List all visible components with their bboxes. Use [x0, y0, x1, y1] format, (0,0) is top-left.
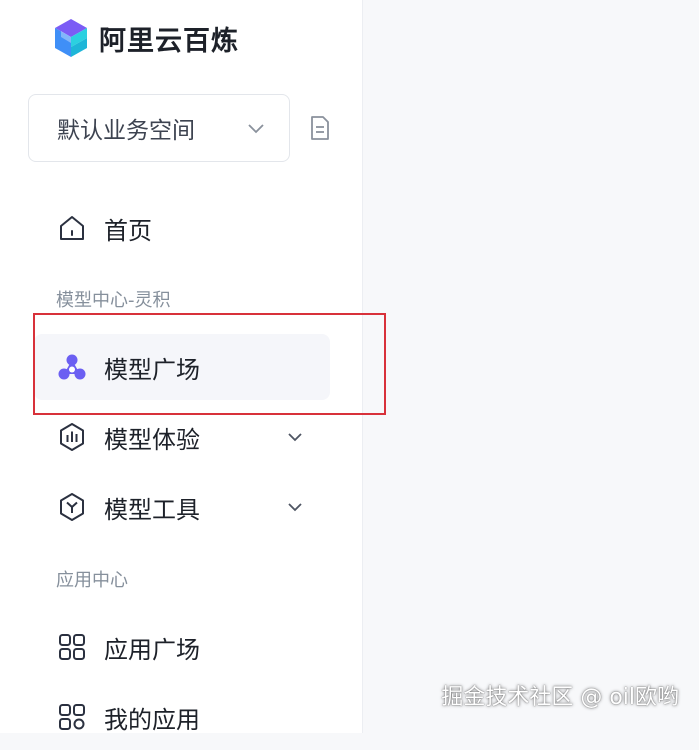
document-icon[interactable]: [306, 114, 334, 142]
brand-logo-icon: [55, 19, 87, 57]
nav-item-app-square[interactable]: 应用广场: [34, 614, 330, 680]
chevron-down-icon[interactable]: [284, 496, 306, 518]
nav-item-home[interactable]: 首页: [34, 195, 330, 261]
nav-item-model-square[interactable]: 模型广场: [34, 334, 330, 400]
nav-label-model-tools: 模型工具: [104, 495, 200, 524]
nav-label-my-apps: 我的应用: [104, 705, 200, 734]
section-title-model-center: 模型中心-灵积: [56, 290, 171, 311]
nav-item-model-experience[interactable]: 模型体验: [34, 404, 330, 470]
nav-label-model-experience: 模型体验: [104, 425, 200, 454]
nav-label-app-square: 应用广场: [104, 635, 200, 664]
section-title-app-center: 应用中心: [56, 570, 128, 591]
brand-name: 阿里云百炼: [99, 25, 239, 57]
home-icon: [56, 212, 88, 244]
grid-icon: [56, 631, 88, 663]
workspace-label: 默认业务空间: [57, 118, 195, 144]
sidebar: 阿里云百炼 默认业务空间 首页 模型中心-灵积 模型广场 模型体验 模型工具 应…: [0, 0, 363, 734]
chart-hexagon-icon: [56, 421, 88, 453]
tool-hexagon-icon: [56, 491, 88, 523]
main-content: [363, 0, 699, 733]
workspace-selector[interactable]: 默认业务空间: [28, 94, 290, 162]
brand[interactable]: 阿里云百炼: [52, 16, 239, 60]
nav-item-model-tools[interactable]: 模型工具: [34, 474, 330, 540]
nav-item-my-apps[interactable]: 我的应用: [34, 684, 330, 750]
watermark: 掘金技术社区 @ oil欧哟: [441, 685, 679, 710]
apps-icon: [56, 701, 88, 733]
chevron-down-icon: [248, 124, 264, 134]
model-square-icon: [56, 351, 88, 383]
nav-label-model-square: 模型广场: [104, 355, 200, 384]
nav-label-home: 首页: [104, 216, 152, 245]
chevron-down-icon[interactable]: [284, 426, 306, 448]
